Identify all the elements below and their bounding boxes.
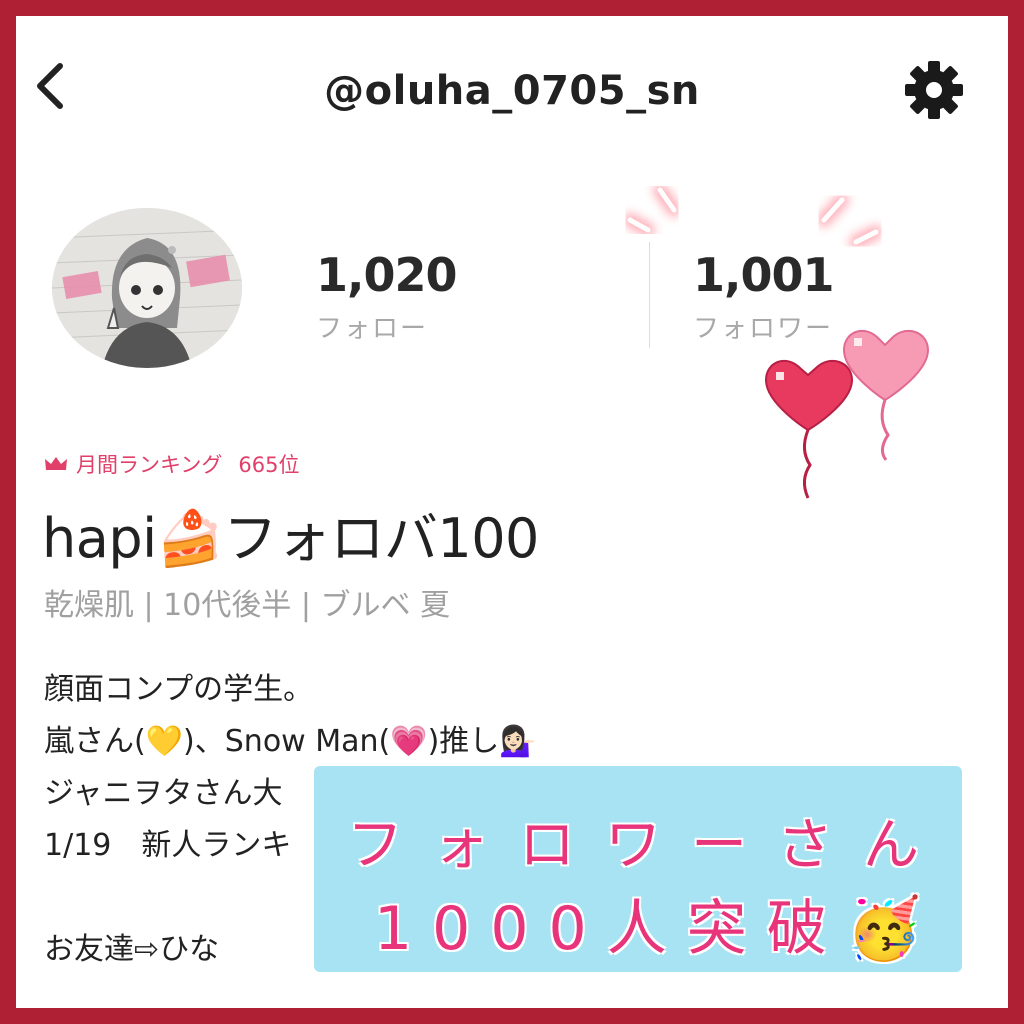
sparkle-glow-icon <box>623 183 681 237</box>
monthly-ranking[interactable]: 月間ランキング 665位 <box>44 449 299 479</box>
banner-milestone: 1000人突破🥳 <box>374 894 942 964</box>
username-handle: @oluha_0705_sn <box>324 68 700 114</box>
settings-button[interactable] <box>904 60 964 120</box>
follow-count: 1,020 <box>316 248 458 302</box>
ranking-label: 月間ランキング <box>76 453 223 477</box>
bio-line: 顔面コンプの学生。 <box>44 672 314 707</box>
heart-balloons-icon <box>764 329 930 499</box>
profile-header: @oluha_0705_sn <box>16 16 1008 156</box>
banner-headline: フォロワーさん <box>347 813 949 878</box>
display-name: hapi🍰フォロバ100 <box>42 507 539 570</box>
crown-icon <box>45 457 67 470</box>
profile-tags: 乾燥肌 | 10代後半 | ブルベ 夏 <box>44 588 451 623</box>
avatar[interactable] <box>52 208 242 368</box>
gear-icon <box>905 61 963 119</box>
follow-label: フォロー <box>316 314 429 344</box>
sparkle-glow-icon <box>817 193 883 249</box>
avatar-illustration <box>52 208 242 368</box>
milestone-banner: フォロワーさん 1000人突破🥳 <box>314 766 962 972</box>
bio-line: 嵐さん(💛)、Snow Man(💗)推し💁🏻‍♀️ <box>44 724 537 759</box>
ranking-rank: 665位 <box>238 453 300 477</box>
follow-stat[interactable]: 1,020 フォロー <box>316 248 458 345</box>
